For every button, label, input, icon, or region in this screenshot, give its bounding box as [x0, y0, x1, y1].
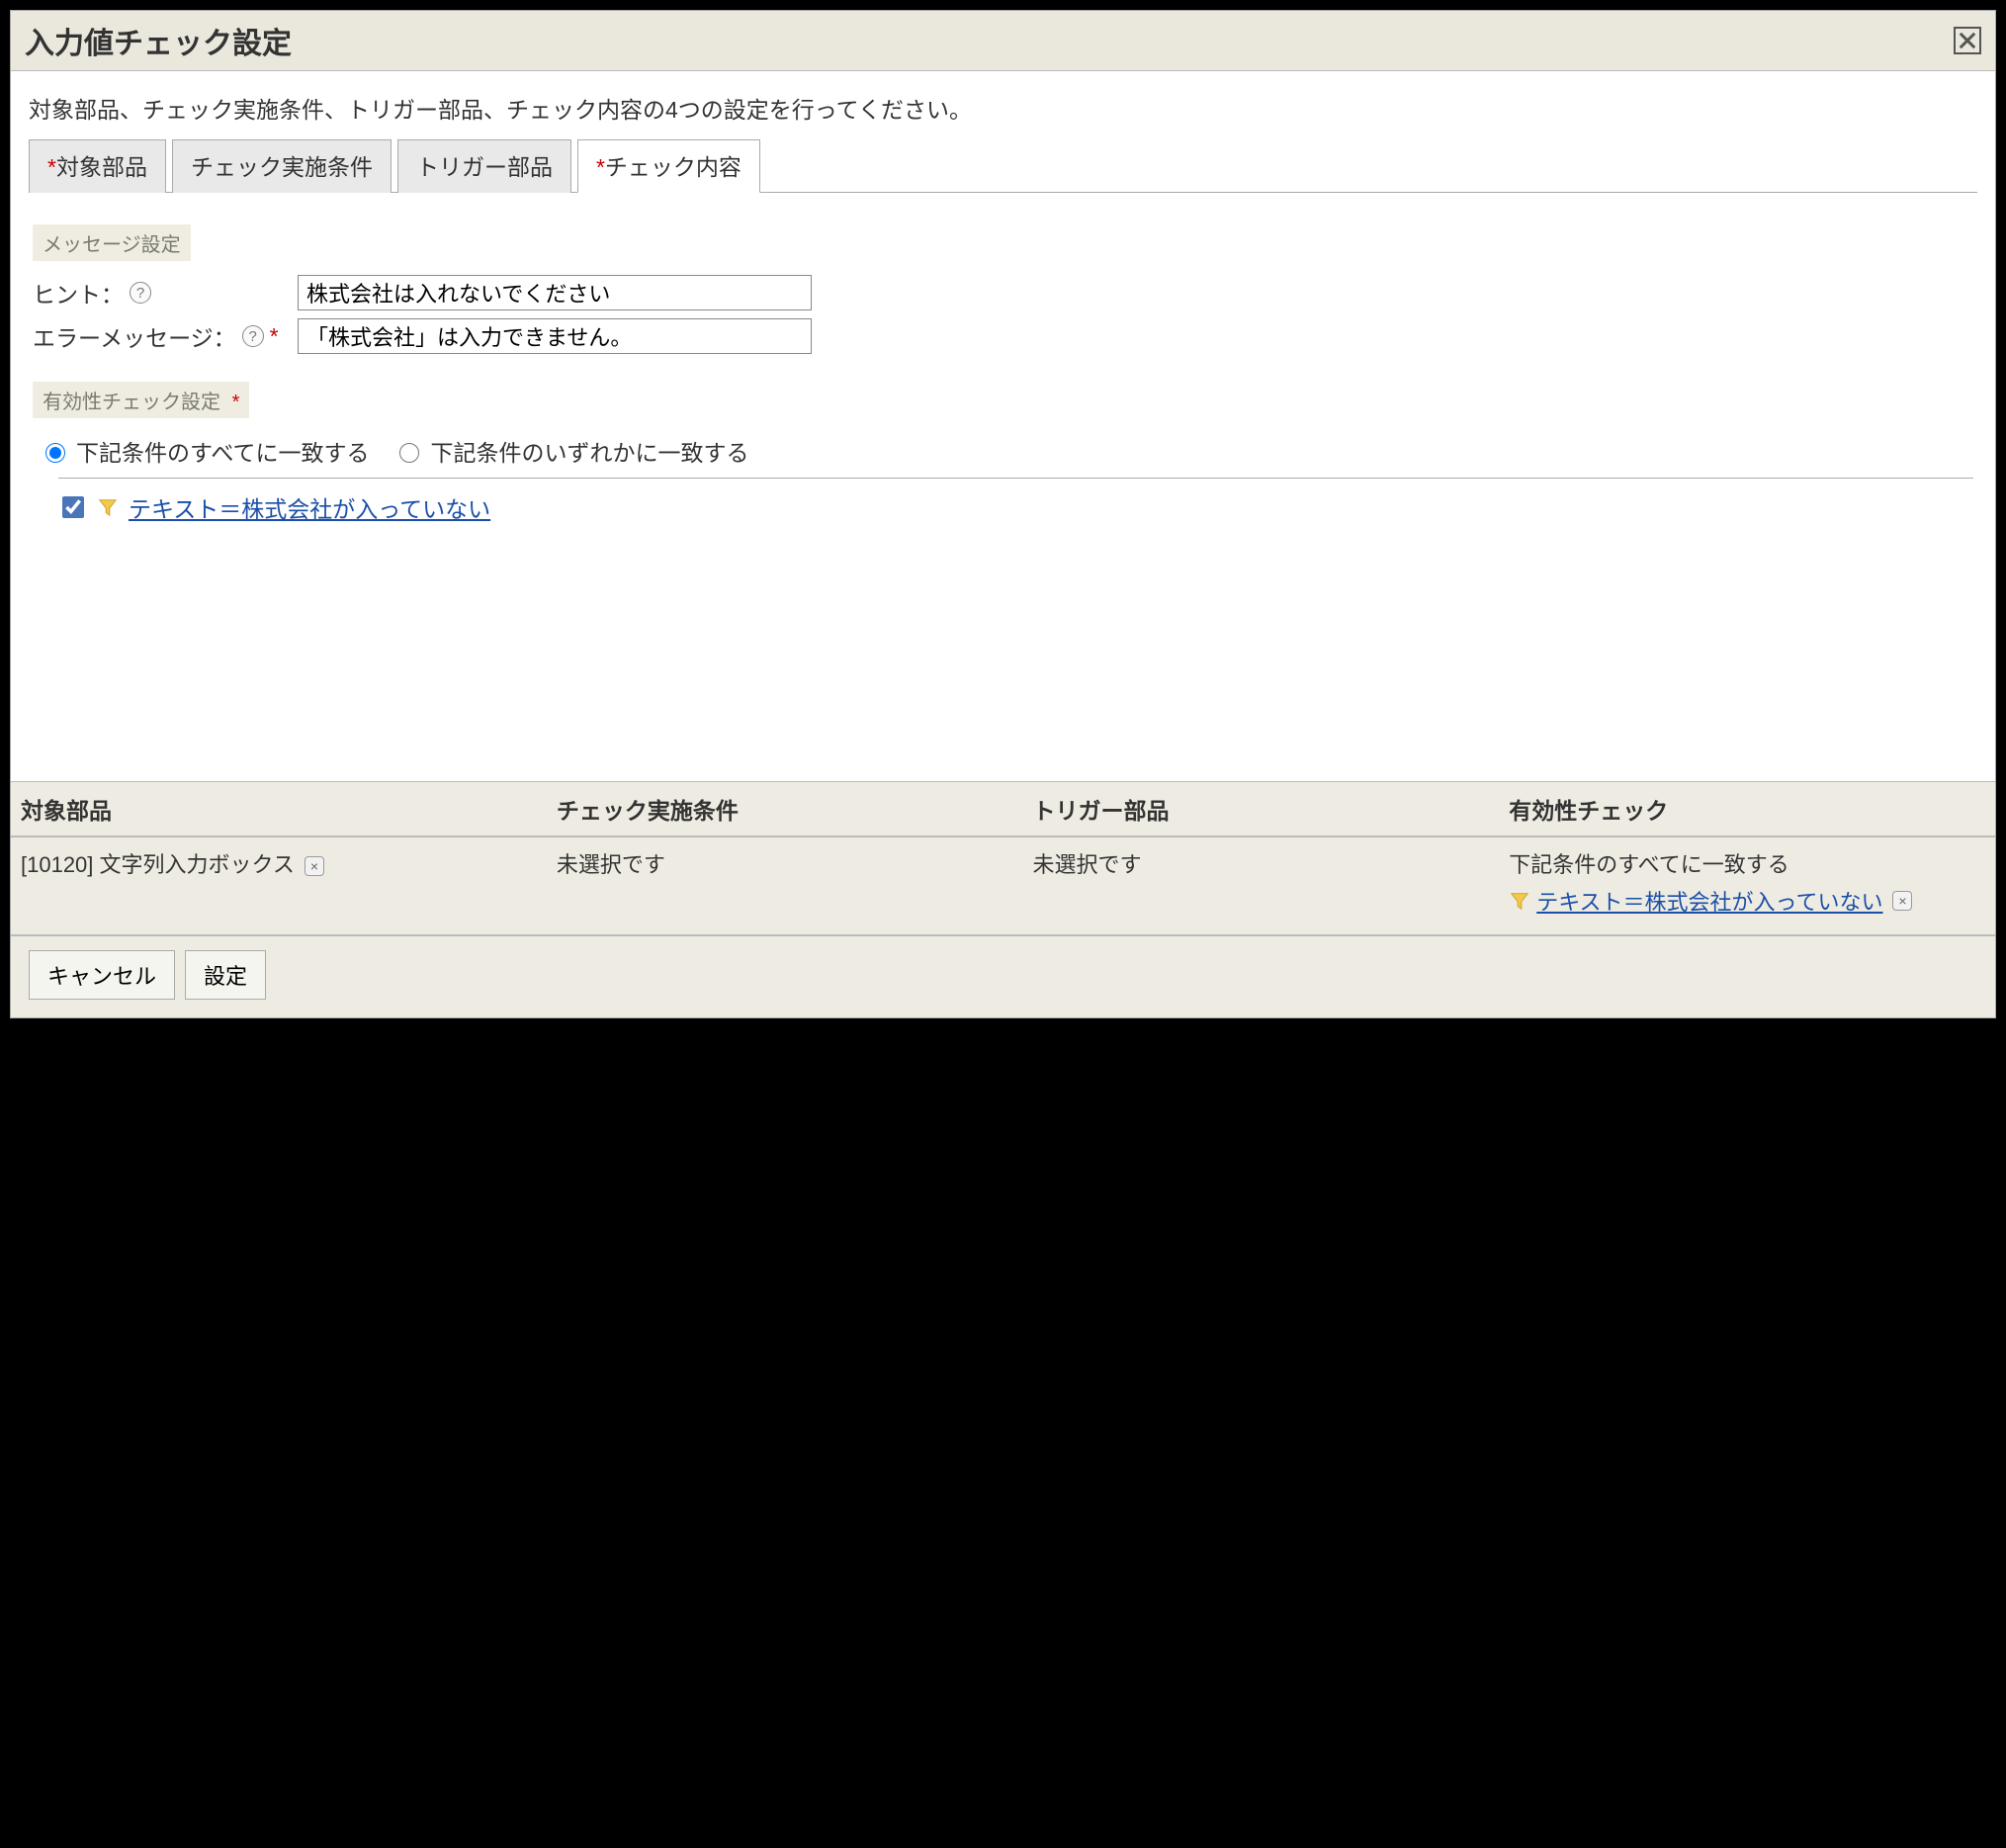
remove-target-icon[interactable]: ×	[305, 856, 324, 876]
apply-button[interactable]: 設定	[185, 950, 266, 1000]
hint-label: ヒント：	[33, 276, 124, 309]
match-mode-radios: 下記条件のすべてに一致する 下記条件のいずれかに一致する	[41, 434, 1973, 468]
message-fieldset: メッセージ設定 ヒント： ? エラーメッセージ： ? *	[33, 224, 1973, 362]
summary-header-validity: 有効性チェック	[1499, 782, 1995, 836]
error-input[interactable]	[298, 318, 812, 354]
summary-target-cell: [10120] 文字列入力ボックス ×	[11, 836, 547, 926]
radio-any[interactable]: 下記条件のいずれかに一致する	[394, 434, 748, 468]
hint-row: ヒント： ?	[33, 275, 1973, 310]
cancel-button[interactable]: キャンセル	[29, 950, 175, 1000]
summary-panel: 対象部品 チェック実施条件 トリガー部品 有効性チェック [10120] 文字列…	[11, 781, 1995, 1017]
tab-content[interactable]: *チェック内容	[577, 139, 760, 193]
required-mark: *	[270, 323, 279, 350]
summary-row: [10120] 文字列入力ボックス × 未選択です 未選択です 下記条件のすべて…	[11, 836, 1995, 926]
required-mark: *	[232, 392, 240, 413]
validity-fieldset: 有効性チェック設定 * 下記条件のすべてに一致する 下記条件のいずれかに一致する	[33, 382, 1973, 524]
condition-checkbox[interactable]	[62, 496, 84, 518]
summary-header-trigger: トリガー部品	[1023, 782, 1500, 836]
tab-trigger[interactable]: トリガー部品	[397, 139, 571, 193]
dialog: 入力値チェック設定 対象部品、チェック実施条件、トリガー部品、チェック内容の4つ…	[10, 10, 1996, 1018]
error-label: エラーメッセージ：	[33, 319, 236, 353]
radio-any-input[interactable]	[399, 443, 419, 463]
summary-table: 対象部品 チェック実施条件 トリガー部品 有効性チェック [10120] 文字列…	[11, 782, 1995, 926]
radio-all-input[interactable]	[45, 443, 65, 463]
summary-condition-link[interactable]: テキスト＝株式会社が入っていない	[1536, 885, 1882, 917]
intro-text: 対象部品、チェック実施条件、トリガー部品、チェック内容の4つの設定を行ってくださ…	[29, 91, 1977, 125]
summary-header-condition: チェック実施条件	[547, 782, 1023, 836]
dialog-title: 入力値チェック設定	[25, 19, 292, 62]
remove-condition-icon[interactable]: ×	[1892, 891, 1912, 911]
help-icon[interactable]: ?	[130, 282, 151, 304]
help-icon[interactable]: ?	[242, 325, 264, 347]
dialog-body: 対象部品、チェック実施条件、トリガー部品、チェック内容の4つの設定を行ってくださ…	[11, 71, 1995, 781]
radio-all[interactable]: 下記条件のすべてに一致する	[41, 434, 369, 468]
dialog-footer: キャンセル 設定	[11, 936, 1995, 1017]
summary-condition-cell: 未選択です	[547, 836, 1023, 926]
tab-panel-content: メッセージ設定 ヒント： ? エラーメッセージ： ? *	[29, 193, 1977, 781]
summary-trigger-cell: 未選択です	[1023, 836, 1500, 926]
error-row: エラーメッセージ： ? *	[33, 318, 1973, 354]
titlebar: 入力値チェック設定	[11, 11, 1995, 71]
required-mark: *	[47, 154, 56, 180]
tab-condition[interactable]: チェック実施条件	[172, 139, 392, 193]
summary-header-target: 対象部品	[11, 782, 547, 836]
condition-item: テキスト＝株式会社が入っていない	[58, 490, 1973, 524]
validity-legend: 有効性チェック設定 *	[33, 382, 249, 418]
message-legend: メッセージ設定	[33, 224, 191, 261]
required-mark: *	[596, 154, 605, 180]
summary-validity-cell: 下記条件のすべてに一致する テキスト＝株式会社が入っていない ×	[1499, 836, 1995, 926]
tab-bar: *対象部品 チェック実施条件 トリガー部品 *チェック内容	[29, 138, 1977, 193]
filter-icon	[1509, 890, 1530, 912]
close-button[interactable]	[1954, 27, 1981, 54]
hint-input[interactable]	[298, 275, 812, 310]
tab-target[interactable]: *対象部品	[29, 139, 166, 193]
filter-icon	[97, 496, 119, 518]
close-icon	[1959, 32, 1976, 49]
condition-link[interactable]: テキスト＝株式会社が入っていない	[129, 490, 490, 524]
condition-list: テキスト＝株式会社が入っていない	[58, 478, 1973, 524]
